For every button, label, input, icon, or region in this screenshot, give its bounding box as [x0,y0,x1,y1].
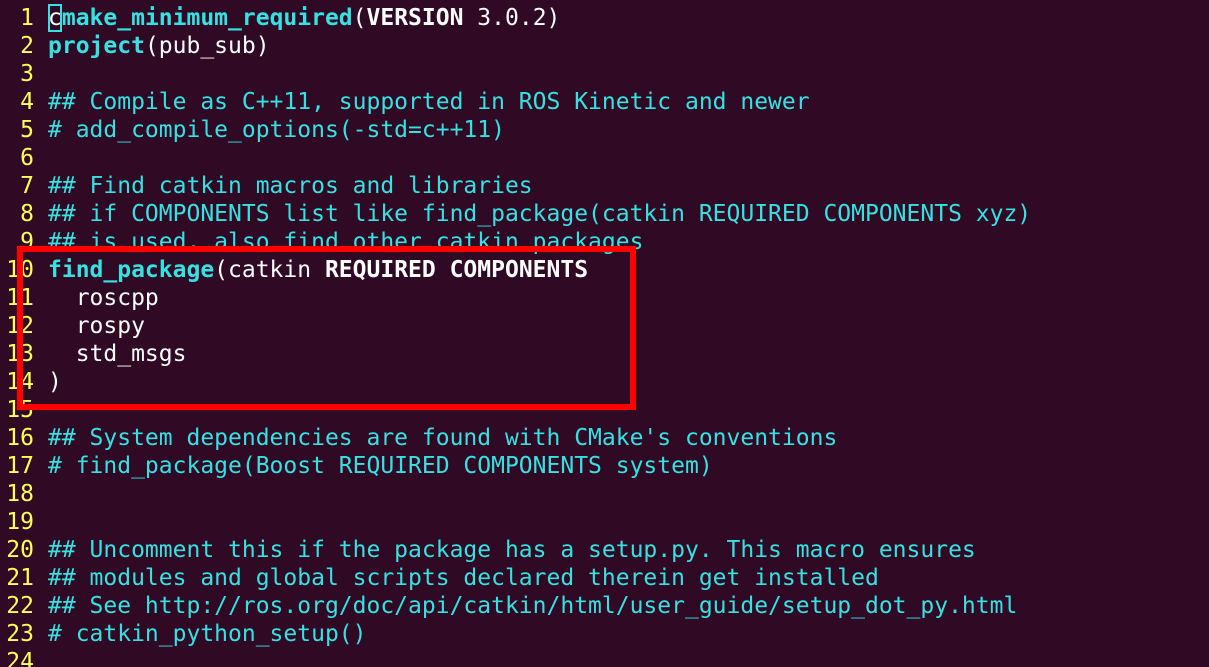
line-number: 17 [6,453,34,479]
line-number: 21 [6,565,34,591]
code-line[interactable]: 13 std_msgs [0,340,186,368]
code-line[interactable]: 12 rospy [0,312,145,340]
line-number: 22 [6,593,34,619]
line-number: 9 [20,229,34,255]
line-code: ## is used, also find other catkin packa… [48,229,643,255]
line-number: 24 [6,649,34,667]
code-token: ( [352,5,367,31]
line-number: 15 [6,397,34,423]
code-line[interactable]: 2 project(pub_sub) [0,32,270,60]
line-number: 12 [6,313,34,339]
code-token: # add_compile_options(-std=c++11) [48,117,505,143]
line-number: 5 [20,117,34,143]
code-line[interactable]: 5 # add_compile_options(-std=c++11) [0,116,505,144]
line-number: 13 [6,341,34,367]
code-token: ## modules and global scripts declared t… [48,565,879,591]
code-line[interactable]: 21 ## modules and global scripts declared… [0,564,879,592]
code-token: std_msgs [48,341,187,367]
line-number: 1 [20,5,34,31]
line-number: 8 [20,201,34,227]
line-code: ## if COMPONENTS list like find_package(… [48,201,1031,227]
code-token: roscpp [48,285,159,311]
line-number: 11 [6,285,34,311]
line-code: ## Find catkin macros and libraries [48,173,533,199]
code-line[interactable]: 22 ## See http://ros.org/doc/api/catkin/h… [0,592,1017,620]
line-code: project(pub_sub) [48,33,270,59]
line-code: ) [48,369,62,395]
line-code: rospy [48,313,145,339]
code-token: (pub_sub) [144,33,270,59]
code-token: ## is used, also find other catkin packa… [48,229,644,255]
line-number: 18 [6,481,34,507]
code-token: (catkin [214,257,325,283]
code-line[interactable]: 19 [0,508,48,536]
code-line[interactable]: 6 [0,144,48,172]
line-number: 4 [20,89,34,115]
code-editor[interactable]: 1 cmake_minimum_required(VERSION 3.0.2) 2 p… [0,0,1209,667]
code-token: ## Compile as C++11, supported in ROS Ki… [48,89,810,115]
code-token: # find_package(Boost REQUIRED COMPONENTS… [48,453,713,479]
code-line[interactable]: 14) [0,368,62,396]
code-line[interactable]: 24 [0,648,48,667]
code-line[interactable]: 10 find_package(catkin REQUIRED COMPONENT… [0,256,588,284]
code-line[interactable]: 1 cmake_minimum_required(VERSION 3.0.2) [0,4,560,32]
code-token: ## System dependencies are found with CM… [48,425,838,451]
code-line[interactable]: 16 ## System dependencies are found with … [0,424,837,452]
line-number: 2 [20,33,34,59]
line-number: 20 [6,537,34,563]
line-code: std_msgs [48,341,187,367]
code-token: ## if COMPONENTS list like find_package(… [48,201,1032,227]
code-token: rospy [48,313,145,339]
line-number: 10 [6,257,34,283]
line-code: # catkin_python_setup() [48,621,367,647]
code-token: VERSION [366,5,464,31]
code-token: # catkin_python_setup() [48,621,367,647]
line-code: roscpp [48,285,159,311]
code-line[interactable]: 23 # catkin_python_setup() [0,620,367,648]
line-number: 19 [6,509,34,535]
code-line[interactable]: 15 [0,396,48,424]
line-code: cmake_minimum_required(VERSION 3.0.2) [48,4,561,32]
line-number: 14 [6,369,34,395]
code-line[interactable]: 9 ## is used, also find other catkin pack… [0,228,643,256]
line-code: # add_compile_options(-std=c++11) [48,117,505,143]
code-token: project [48,33,145,59]
code-line[interactable]: 20 ## Uncomment this if the package has a… [0,536,976,564]
line-number: 23 [6,621,34,647]
code-line[interactable]: 4 ## Compile as C++11, supported in ROS K… [0,88,810,116]
line-code: find_package(catkin REQUIRED COMPONENTS [48,257,588,283]
code-token: ## Find catkin macros and libraries [48,173,533,199]
line-number: 16 [6,425,34,451]
code-line[interactable]: 8 ## if COMPONENTS list like find_package… [0,200,1031,228]
code-token: ## See http://ros.org/doc/api/catkin/htm… [48,593,1018,619]
line-code: # find_package(Boost REQUIRED COMPONENTS… [48,453,713,479]
line-number: 6 [20,145,34,171]
line-code: ## Uncomment this if the package has a s… [48,537,976,563]
code-line[interactable]: 17 # find_package(Boost REQUIRED COMPONEN… [0,452,713,480]
line-number: 3 [20,61,34,87]
code-token: 3.0.2) [463,5,561,31]
line-code: ## modules and global scripts declared t… [48,565,879,591]
code-token: ## Uncomment this if the package has a s… [48,537,976,563]
code-token: REQUIRED COMPONENTS [324,257,589,283]
code-line[interactable]: 11 roscpp [0,284,159,312]
code-token: find_package [48,257,215,283]
line-code: ## See http://ros.org/doc/api/catkin/htm… [48,593,1017,619]
line-number: 7 [20,173,34,199]
line-code: ## Compile as C++11, supported in ROS Ki… [48,89,810,115]
code-token: make_minimum_required [61,5,353,31]
code-line[interactable]: 18 [0,480,48,508]
line-code: ## System dependencies are found with CM… [48,425,837,451]
code-line[interactable]: 3 [0,60,48,88]
code-line[interactable]: 7 ## Find catkin macros and libraries [0,172,533,200]
code-token: ) [48,369,62,395]
text-cursor: c [48,4,62,32]
